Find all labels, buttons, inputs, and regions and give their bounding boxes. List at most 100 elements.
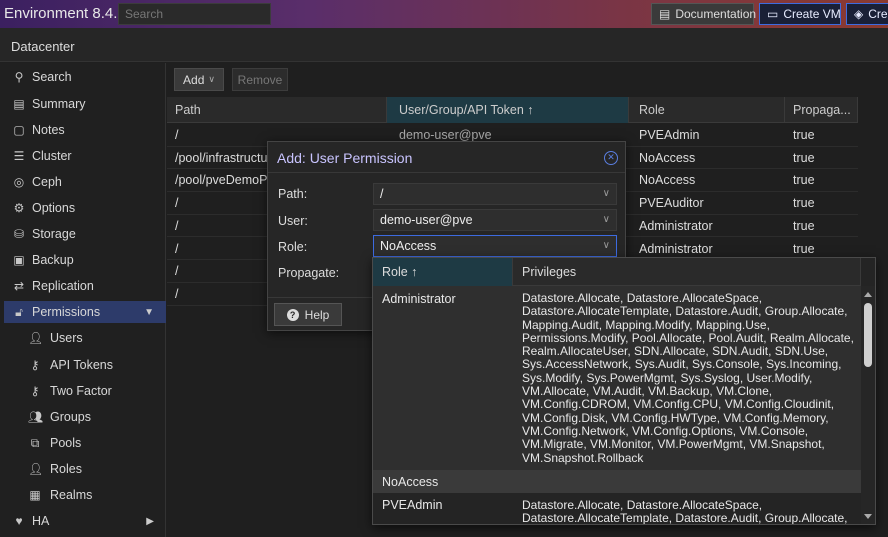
tags-icon: ⧉	[30, 435, 40, 450]
user-combobox[interactable]: demo-user@pve ∨	[373, 209, 617, 231]
column-header-role[interactable]: Role ↑	[373, 258, 513, 286]
role-combobox[interactable]: NoAccess ∨	[373, 235, 617, 257]
propagate-label: Propagate:	[278, 266, 340, 280]
sidebar-item-roles[interactable]: 👤︎ Roles	[4, 458, 166, 480]
help-label: Help	[304, 307, 330, 322]
column-header-propagate[interactable]: Propaga...	[785, 97, 858, 123]
cell-propagate: true	[793, 150, 815, 165]
add-button-label: Add	[183, 72, 205, 87]
sidebar-item-label: Two Factor	[50, 384, 112, 398]
ceph-icon: ◎	[13, 175, 25, 189]
sidebar-item-storage[interactable]: ⛁ Storage	[4, 223, 166, 245]
role-name: PVEAdmin	[382, 498, 443, 512]
scroll-down-icon[interactable]	[864, 514, 872, 519]
column-header-path[interactable]: Path	[167, 97, 387, 123]
create-vm-button[interactable]: ▭ Create VM	[759, 3, 841, 25]
sidebar-item-summary[interactable]: ▤ Summary	[4, 93, 166, 115]
sidebar-item-options[interactable]: ⚙ Options	[4, 197, 166, 219]
column-header-role[interactable]: Role	[629, 97, 785, 123]
global-search-input[interactable]	[118, 3, 271, 25]
sidebar-item-label: Storage	[32, 227, 76, 241]
dialog-title: Add: User Permission	[277, 150, 413, 166]
desktop-icon: ▭	[767, 7, 779, 21]
sidebar-item-backup[interactable]: ▣ Backup	[4, 249, 166, 271]
permissions-grid-header: Path User/Group/API Token ↑ Role Propaga…	[167, 97, 858, 123]
path-value: /	[380, 187, 384, 201]
chevron-down-icon: ∨	[208, 74, 215, 84]
role-picker-header: Role ↑ Privileges	[373, 258, 861, 286]
help-button[interactable]: ? Help	[274, 303, 342, 326]
role-picker-list: Role ↑ Privileges Administrator Datastor…	[372, 257, 876, 525]
sidebar-item-label: Replication	[32, 279, 94, 293]
column-header-privileges[interactable]: Privileges	[513, 258, 861, 286]
chevron-down-icon[interactable]: ∨	[603, 210, 610, 230]
key-icon: ⚷	[30, 384, 40, 398]
sidebar-item-pools[interactable]: ⧉ Pools	[4, 432, 166, 454]
chevron-down-icon[interactable]: ∨	[603, 236, 610, 256]
list-item[interactable]: Administrator Datastore.Allocate, Datast…	[373, 286, 861, 471]
sidebar-item-search[interactable]: ⚲ Search	[4, 66, 166, 88]
caret-down-icon: ▼	[144, 306, 154, 318]
chevron-down-icon[interactable]: ∨	[603, 184, 610, 204]
cube-icon: ◈	[854, 7, 864, 21]
user-icon: 👤︎	[28, 462, 44, 476]
datacenter-title: Datacenter	[11, 39, 75, 54]
path-label: Path:	[278, 187, 308, 201]
sidebar-item-label: HA	[32, 514, 50, 528]
permissions-toolbar: Add ∨ Remove	[167, 63, 888, 97]
sidebar-item-notes[interactable]: ▢ Notes	[4, 119, 166, 141]
cell-role: PVEAuditor	[639, 196, 704, 211]
database-icon: ⛁	[13, 227, 25, 241]
role-name: Administrator	[382, 292, 456, 306]
book-icon: ▤	[659, 7, 671, 21]
role-value: NoAccess	[380, 239, 437, 253]
caret-right-icon: ▶	[146, 515, 154, 527]
list-item[interactable]: PVEAdmin Datastore.Allocate, Datastore.A…	[373, 493, 861, 524]
list-item[interactable]: NoAccess	[373, 471, 861, 493]
book-icon: ▤	[13, 97, 25, 111]
sidebar-item-users[interactable]: 👤︎ Users	[4, 327, 166, 349]
create-ct-button[interactable]: ◈ Crea	[846, 3, 888, 25]
cell-propagate: true	[793, 128, 815, 142]
key-icon: ⚷	[30, 358, 40, 372]
cell-propagate: true	[793, 173, 815, 188]
remove-button[interactable]: Remove	[232, 68, 288, 91]
sidebar-item-replication[interactable]: ⇄ Replication	[4, 275, 166, 297]
sidebar-item-permissions[interactable]: 🔓︎ Permissions ▼	[4, 301, 166, 323]
sidebar-item-api-tokens[interactable]: ⚷ API Tokens	[4, 354, 166, 376]
column-header-user[interactable]: User/Group/API Token ↑	[387, 97, 629, 123]
sidebar-item-label: Pools	[50, 436, 82, 450]
sidebar-item-label: Summary	[32, 97, 86, 111]
sidebar-item-cluster[interactable]: ☰ Cluster	[4, 145, 166, 167]
sidebar-item-label: Backup	[32, 253, 74, 267]
server-icon: ☰	[13, 149, 25, 163]
role-name: NoAccess	[382, 475, 439, 489]
close-icon[interactable]: ✕	[604, 151, 618, 165]
scroll-up-icon[interactable]	[864, 292, 872, 297]
sidebar-item-ha[interactable]: ♥ HA ▶	[4, 510, 166, 532]
path-combobox[interactable]: / ∨	[373, 183, 617, 205]
create-vm-label: Create VM	[783, 7, 841, 21]
cell-propagate: true	[793, 218, 815, 233]
heartbeat-icon: ♥	[15, 514, 23, 528]
sidebar-item-ceph[interactable]: ◎ Ceph	[4, 171, 166, 193]
sidebar-item-label: Search	[32, 70, 72, 84]
sidebar-item-realms[interactable]: ▦ Realms	[4, 484, 166, 506]
documentation-button[interactable]: ▤ Documentation	[651, 3, 757, 25]
sidebar-item-label: Realms	[50, 488, 93, 502]
cell-role: Administrator	[639, 218, 713, 233]
cell-role: NoAccess	[639, 150, 696, 165]
add-button[interactable]: Add ∨	[174, 68, 224, 91]
address-book-icon: ▦	[29, 488, 41, 502]
datacenter-header: Datacenter	[0, 28, 888, 62]
sidebar-item-label: Ceph	[32, 175, 62, 189]
sidebar-item-two-factor[interactable]: ⚷ Two Factor	[4, 380, 166, 402]
cell-propagate: true	[793, 196, 815, 211]
scrollbar[interactable]	[861, 286, 875, 524]
scrollbar-thumb[interactable]	[864, 303, 872, 367]
sidebar-item-label: Roles	[50, 462, 82, 476]
sidebar-item-groups[interactable]: 👥︎ Groups	[4, 406, 166, 428]
documentation-label: Documentation	[675, 7, 757, 21]
dialog-separator	[268, 172, 625, 173]
sidebar-item-label: API Tokens	[50, 358, 114, 372]
